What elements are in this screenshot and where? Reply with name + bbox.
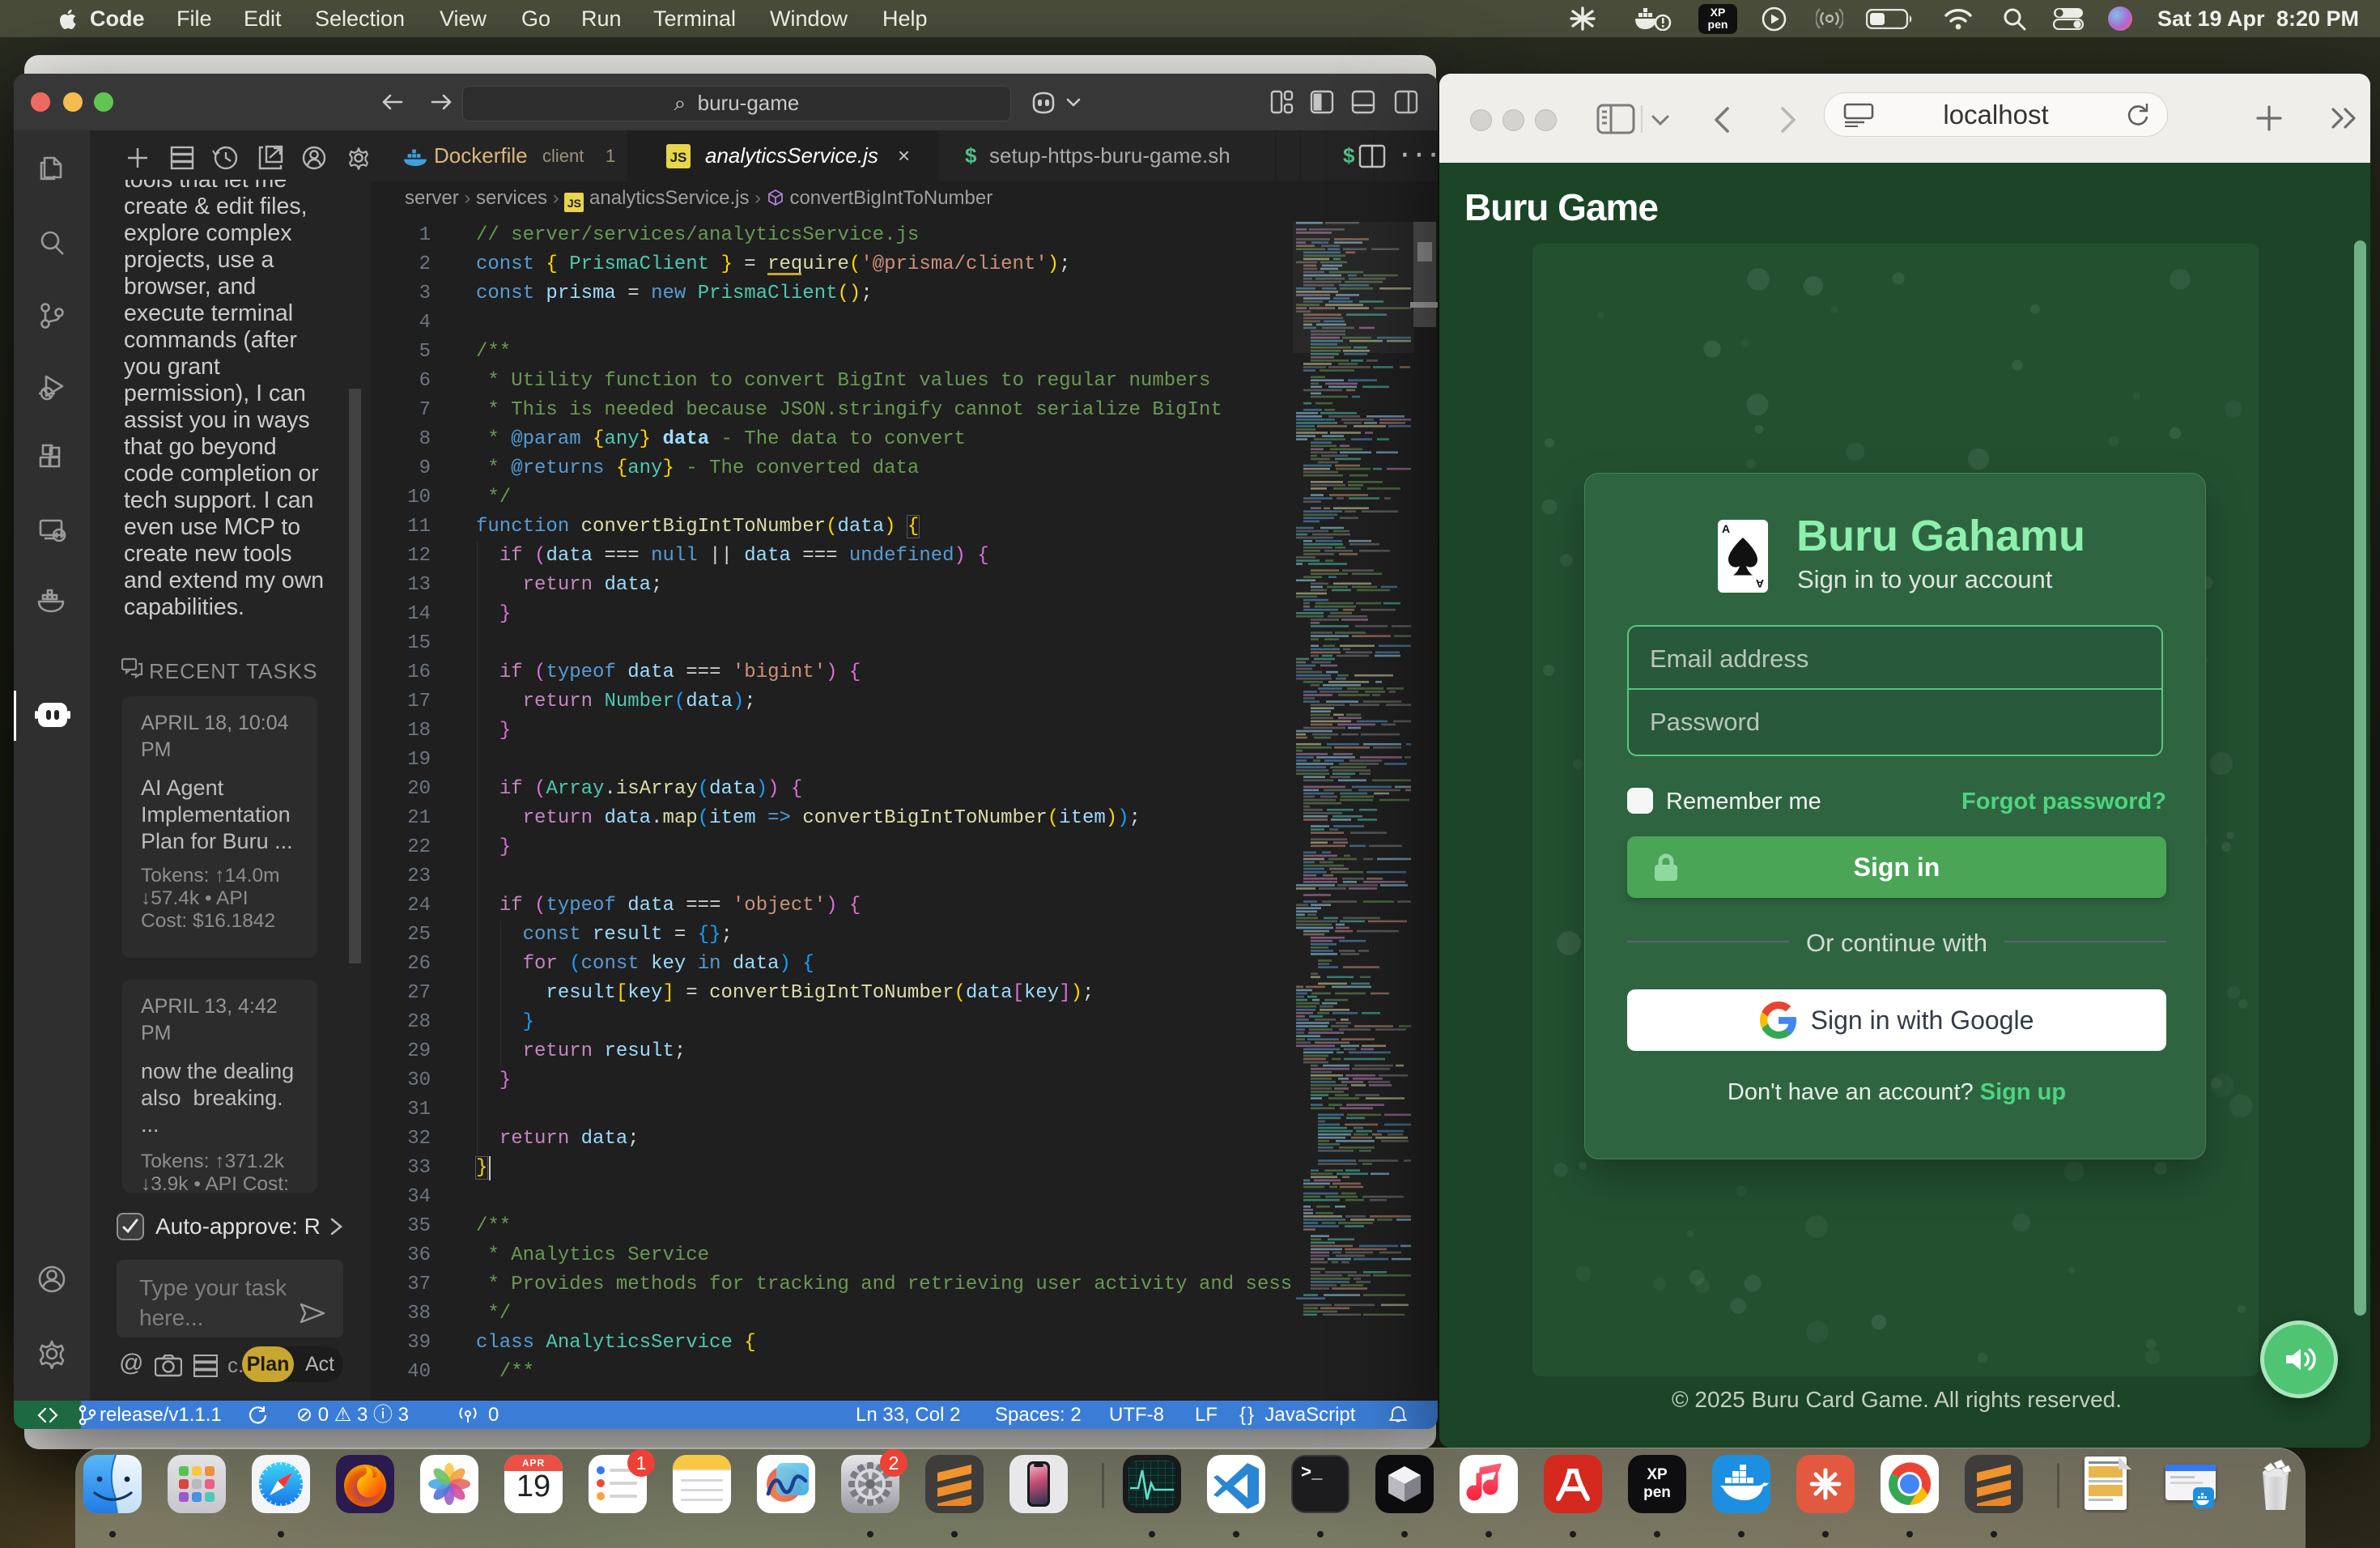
svg-text:A: A: [1722, 522, 1730, 535]
svg-text:A: A: [1756, 577, 1764, 590]
